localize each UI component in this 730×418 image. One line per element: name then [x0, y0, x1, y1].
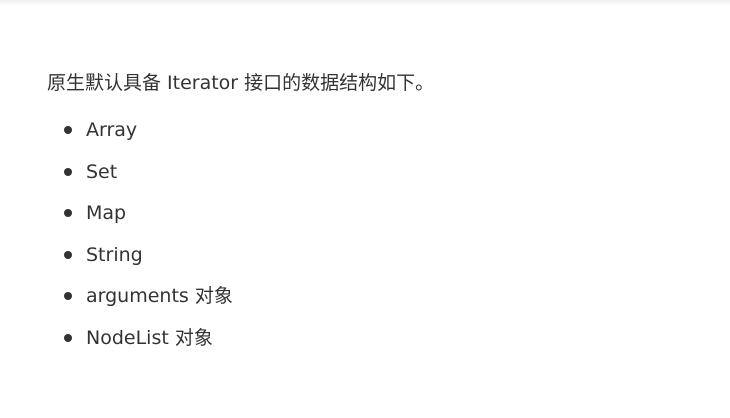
list-item-label: NodeList 对象 — [86, 326, 213, 349]
bullet-icon — [64, 167, 72, 176]
bullet-icon — [64, 292, 72, 301]
bullet-icon — [64, 126, 72, 134]
bullet-icon — [64, 250, 72, 259]
list-item-label: String — [86, 243, 143, 266]
list-item-label: Set — [86, 160, 118, 183]
top-edge-divider — [0, 0, 730, 6]
bullet-icon — [64, 333, 72, 342]
list-item-label: arguments 对象 — [86, 285, 233, 308]
list-item-label: Array — [86, 119, 138, 141]
bullet-icon — [64, 209, 72, 218]
list-item-label: Map — [86, 202, 127, 225]
intro-paragraph: 原生默认具备 Iterator 接口的数据结构如下。 — [47, 72, 435, 94]
